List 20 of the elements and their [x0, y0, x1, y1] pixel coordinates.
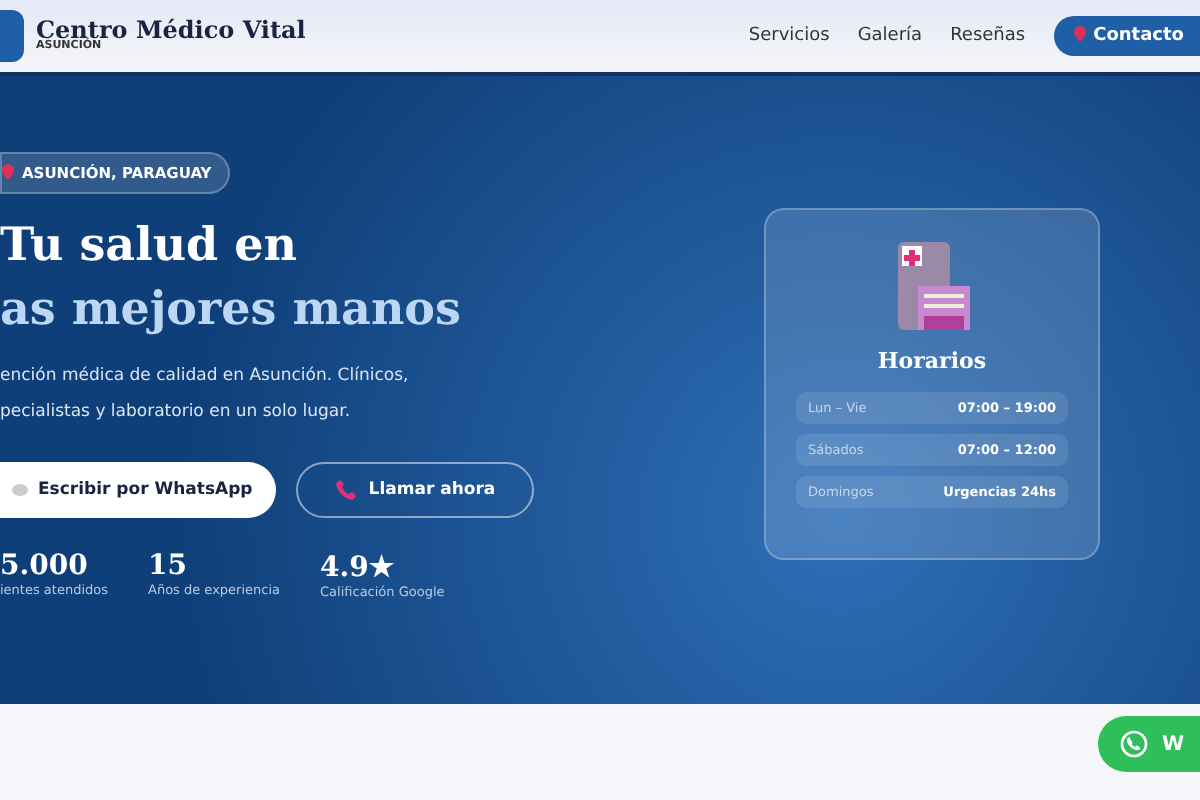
- hours-title: Horarios: [877, 348, 987, 374]
- hero-title: Tu salud en: [0, 216, 299, 276]
- call-button[interactable]: Llamar ahora: [296, 462, 534, 518]
- pin-icon: [2, 164, 14, 180]
- hero-description: pecialistas y laboratorio en un solo lugar.: [0, 400, 353, 426]
- nav-link[interactable]: Reseñas: [950, 26, 1026, 46]
- hero-title: as mejores manos: [0, 280, 463, 340]
- whatsapp-button[interactable]: Escribir por WhatsApp: [0, 462, 277, 518]
- stat-value: 5.000: [0, 550, 90, 582]
- contact-button[interactable]: Contacto: [1053, 16, 1200, 56]
- nav-link[interactable]: Galería: [857, 26, 923, 46]
- nav-link[interactable]: Servicios: [748, 26, 830, 46]
- logo-icon: [0, 10, 24, 62]
- chat-icon: [1117, 728, 1150, 760]
- hero-description: ención médica de calidad en Asunción. Clínicos,: [0, 364, 411, 390]
- stat-value: 4.9★: [320, 550, 397, 584]
- phone-icon: [334, 478, 359, 502]
- hospital-icon: [894, 242, 970, 330]
- stat-value: 15: [148, 550, 189, 582]
- pin-icon: [1073, 26, 1086, 42]
